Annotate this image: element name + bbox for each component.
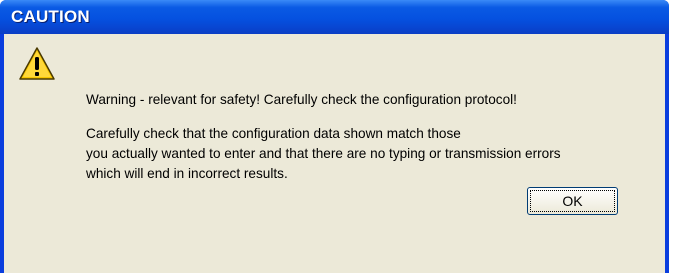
- message-line: you actually wanted to enter and that th…: [86, 146, 561, 161]
- ok-button[interactable]: OK: [527, 187, 618, 215]
- warning-icon: [19, 47, 55, 80]
- window-title: CAUTION: [11, 7, 90, 26]
- warning-headline: Warning - relevant for safety! Carefully…: [86, 92, 517, 107]
- message-line: Carefully check that the configuration d…: [86, 126, 461, 141]
- message-line: which will end in incorrect results.: [86, 166, 288, 181]
- title-bar[interactable]: CAUTION: [0, 0, 669, 34]
- ok-button-label: OK: [530, 190, 615, 212]
